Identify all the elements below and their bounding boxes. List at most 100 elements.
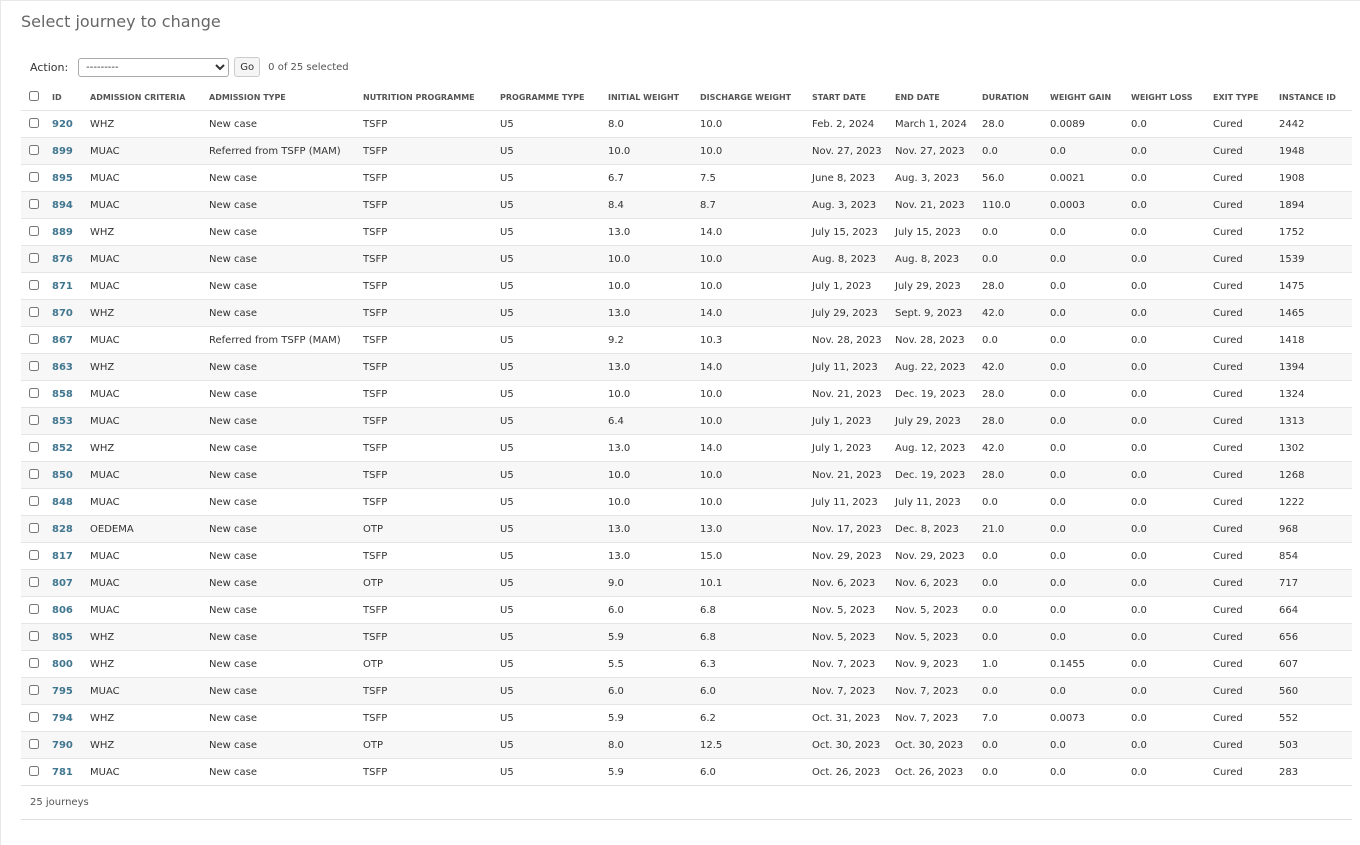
journey-link[interactable]: 858	[52, 389, 73, 400]
row-checkbox[interactable]	[29, 225, 39, 236]
journey-link[interactable]: 848	[52, 497, 73, 508]
journey-link[interactable]: 817	[52, 551, 73, 562]
journey-link[interactable]: 790	[52, 740, 73, 751]
row-checkbox[interactable]	[29, 549, 39, 560]
row-checkbox[interactable]	[29, 684, 39, 695]
column-header[interactable]: Nutrition programme	[361, 84, 498, 111]
journey-link[interactable]: 920	[52, 119, 73, 130]
table-cell: New case	[207, 407, 361, 435]
table-cell: OTP	[361, 569, 498, 597]
journey-link[interactable]: 867	[52, 335, 73, 346]
table-cell: 10.0	[698, 380, 810, 408]
table-cell: Nov. 7, 2023	[810, 677, 893, 705]
table-cell: 656	[1277, 623, 1352, 651]
table-cell: MUAC	[88, 758, 207, 786]
table-cell: Nov. 21, 2023	[810, 380, 893, 408]
row-checkbox[interactable]	[29, 765, 39, 776]
column-header[interactable]: Weight gain	[1048, 84, 1129, 111]
action-select[interactable]: ---------	[78, 57, 230, 77]
journey-link[interactable]: 852	[52, 443, 73, 454]
row-checkbox[interactable]	[29, 414, 39, 425]
table-cell: 0.0	[1129, 488, 1211, 516]
column-header[interactable]: Weight loss	[1129, 84, 1211, 111]
journey-link[interactable]: 863	[52, 362, 73, 373]
table-cell: 56.0	[980, 164, 1048, 192]
table-cell: Nov. 6, 2023	[810, 569, 893, 597]
row-checkbox[interactable]	[29, 711, 39, 722]
journey-link[interactable]: 781	[52, 767, 73, 778]
table-cell: TSFP	[361, 110, 498, 138]
column-header[interactable]: Duration	[980, 84, 1048, 111]
column-header[interactable]: Exit type	[1211, 84, 1277, 111]
table-cell: MUAC	[88, 380, 207, 408]
column-header[interactable]: Discharge weight	[698, 84, 810, 111]
row-id-cell: 790	[50, 731, 88, 759]
journey-link[interactable]: 899	[52, 146, 73, 157]
row-checkbox[interactable]	[29, 630, 39, 641]
row-checkbox[interactable]	[29, 360, 39, 371]
table-cell: Cured	[1211, 326, 1277, 354]
row-checkbox[interactable]	[29, 171, 39, 182]
journey-link[interactable]: 828	[52, 524, 73, 535]
row-select-cell	[21, 380, 50, 408]
journey-link[interactable]: 806	[52, 605, 73, 616]
row-checkbox[interactable]	[29, 468, 39, 479]
journey-link[interactable]: 853	[52, 416, 73, 427]
row-checkbox[interactable]	[29, 279, 39, 290]
table-cell: 6.7	[606, 164, 698, 192]
row-checkbox[interactable]	[29, 306, 39, 317]
journey-link[interactable]: 794	[52, 713, 73, 724]
row-checkbox[interactable]	[29, 738, 39, 749]
table-row: 853 MUAC New case TSFP U5 6.4 10.0 July 1, 2023…	[21, 407, 1352, 435]
table-cell: 283	[1277, 758, 1352, 786]
row-checkbox[interactable]	[29, 387, 39, 398]
row-checkbox[interactable]	[29, 441, 39, 452]
journey-link[interactable]: 895	[52, 173, 73, 184]
table-cell: Aug. 3, 2023	[810, 191, 893, 219]
row-select-cell	[21, 218, 50, 246]
journey-link[interactable]: 889	[52, 227, 73, 238]
column-header[interactable]: Admission criteria	[88, 84, 207, 111]
row-checkbox[interactable]	[29, 333, 39, 344]
table-cell: 0.0	[1048, 218, 1129, 246]
journey-link[interactable]: 894	[52, 200, 73, 211]
row-checkbox[interactable]	[29, 198, 39, 209]
table-cell: Cured	[1211, 164, 1277, 192]
table-cell: Aug. 12, 2023	[893, 434, 980, 462]
row-checkbox[interactable]	[29, 522, 39, 533]
table-cell: 6.0	[606, 596, 698, 624]
table-row: 895 MUAC New case TSFP U5 6.7 7.5 June 8, 2023 A…	[21, 164, 1352, 192]
journey-link[interactable]: 850	[52, 470, 73, 481]
row-checkbox[interactable]	[29, 576, 39, 587]
row-checkbox[interactable]	[29, 657, 39, 668]
table-cell: 0.0	[1048, 677, 1129, 705]
table-cell: 7.5	[698, 164, 810, 192]
table-cell: 0.0	[980, 623, 1048, 651]
journey-link[interactable]: 871	[52, 281, 73, 292]
row-checkbox[interactable]	[29, 603, 39, 614]
journey-link[interactable]: 805	[52, 632, 73, 643]
row-checkbox[interactable]	[29, 495, 39, 506]
column-header[interactable]: Start date	[810, 84, 893, 111]
column-header[interactable]: Admission type	[207, 84, 361, 111]
table-cell: 28.0	[980, 272, 1048, 300]
table-row: 867 MUAC Referred from TSFP (MAM) TSFP U5 9.2…	[21, 326, 1352, 354]
column-header[interactable]: End date	[893, 84, 980, 111]
table-cell: New case	[207, 731, 361, 759]
journey-link[interactable]: 795	[52, 686, 73, 697]
select-all-checkbox[interactable]	[29, 91, 39, 101]
journey-link[interactable]: 800	[52, 659, 73, 670]
column-header[interactable]: Instance ID	[1277, 84, 1352, 111]
column-header[interactable]: ID	[50, 84, 88, 111]
journey-link[interactable]: 807	[52, 578, 73, 589]
journey-link[interactable]: 876	[52, 254, 73, 265]
journey-link[interactable]: 870	[52, 308, 73, 319]
column-header[interactable]: Programme type	[498, 84, 606, 111]
column-header[interactable]: Initial weight	[606, 84, 698, 111]
row-checkbox[interactable]	[29, 252, 39, 263]
table-cell: 1948	[1277, 137, 1352, 165]
table-cell: July 11, 2023	[893, 488, 980, 516]
row-checkbox[interactable]	[29, 117, 39, 128]
row-checkbox[interactable]	[29, 144, 39, 155]
go-button[interactable]: Go	[234, 57, 261, 77]
